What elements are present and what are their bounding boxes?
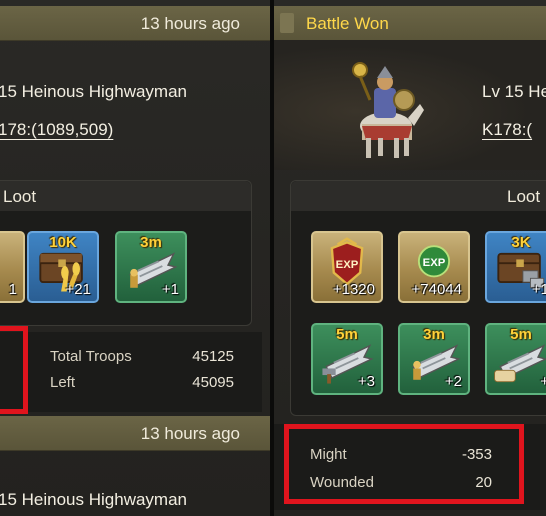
stat-value-left: 45095 [192,374,234,391]
loot-item-exp-orb[interactable]: EXP +74044 [398,231,470,303]
item-quantity: 1 [8,281,17,298]
item-duration-tag: 5m [336,326,358,343]
loot-item-stone-chest[interactable]: 3K +1 [485,231,546,303]
highlight-annotation [0,326,28,414]
stat-label-left: Left [50,374,76,391]
item-quantity: + [540,373,546,390]
loot-item-speedup-scroll[interactable]: 5m + [485,323,546,395]
item-amount-tag: 10K [49,234,77,251]
stat-value-total-troops: 45125 [192,348,234,365]
loot-item-partial[interactable]: 1 [0,231,25,303]
header-edge [280,13,294,33]
target-name-2: 15 Heinous Highwayman [0,490,187,509]
item-quantity: +1 [531,281,546,298]
item-duration-tag: 5m [510,326,532,343]
loot-item-speedup-soldier[interactable]: 3m +2 [398,323,470,395]
item-amount-tag: 3K [511,234,531,251]
report-time-2: 13 hours ago [140,424,240,443]
exp-label: EXP [336,259,359,271]
loot-box: Loot EXP +1320 EXP +74044 3K +1 5m +3 3m… [290,180,546,416]
left-report-panel: 13 hours ago 15 Heinous Highwayman 178:(… [0,0,270,516]
loot-title: Loot [507,187,541,206]
item-quantity: +3 [357,373,375,390]
report-time: 13 hours ago [140,14,240,33]
item-duration-tag: 3m [423,326,445,343]
item-quantity: +74044 [411,281,462,298]
target-name: Lv 15 Hei [482,82,546,101]
loot-box: Loot 1 10K +21 3m +1 [0,180,252,326]
item-duration-tag: 3m [140,234,162,251]
loot-item-exp-shield[interactable]: EXP +1320 [311,231,383,303]
target-name: 15 Heinous Highwayman [0,82,187,101]
exp-orb-label: EXP [423,257,446,269]
loot-title: Loot [3,187,37,206]
item-quantity: +1320 [332,281,375,298]
loot-item-food-chest[interactable]: 10K +21 [27,231,99,303]
troop-stats: Total Troops 45125 Left 45095 [0,332,262,412]
loot-item-speedup[interactable]: 3m +1 [115,231,187,303]
target-coordinates-link[interactable]: 178:(1089,509) [0,120,113,140]
battle-result-title: Battle Won [306,14,389,33]
item-quantity: +1 [161,281,179,298]
loot-item-speedup-hammer[interactable]: 5m +3 [311,323,383,395]
report-header-bar: 13 hours ago [0,6,270,41]
stat-label-total-troops: Total Troops [50,348,132,365]
battle-header-bar: Battle Won [274,6,546,41]
report-header-bar-2: 13 hours ago [0,416,270,451]
highlight-annotation [284,424,524,504]
right-report-panel: Battle Won Lv 15 Hei K178:( Loot EXP [274,0,546,516]
target-coordinates-link[interactable]: K178:( [482,120,532,140]
loot-header: Loot [0,181,251,211]
item-quantity: +2 [444,373,462,390]
loot-header: Loot [291,181,546,211]
item-quantity: +21 [65,281,91,298]
enemy-cavalry-portrait-icon [352,62,424,158]
